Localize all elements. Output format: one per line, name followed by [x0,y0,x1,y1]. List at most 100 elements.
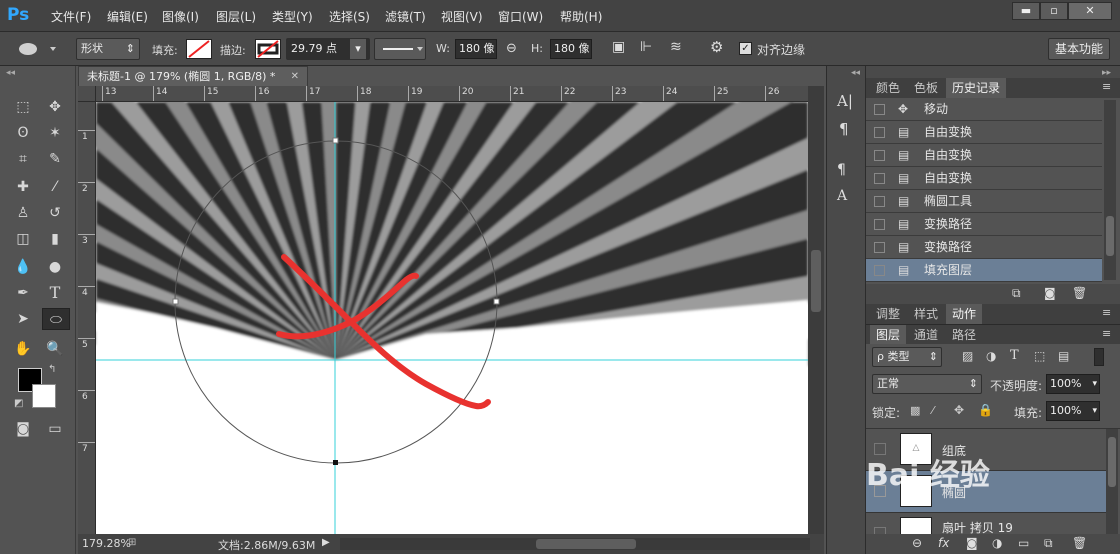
blur-tool-icon[interactable]: 💧 [12,256,34,278]
ellipse-tool-icon[interactable]: ⬭ [42,308,70,330]
healing-brush-icon[interactable]: ✚ [12,176,34,198]
history-scrollbar[interactable] [1104,100,1116,280]
document-tab[interactable]: 未标题-1 @ 179% (椭圆 1, RGB/8) * ✕ [78,66,308,86]
history-brush-source-toggle[interactable] [874,150,885,161]
adjustment-layer-icon[interactable]: ◑ [992,536,1002,550]
tab-history[interactable]: 历史记录 [946,78,1007,98]
fill-swatch[interactable] [186,39,212,59]
menu-view[interactable]: 视图(V) [441,8,483,25]
hand-tool-icon[interactable]: ✋ [12,338,34,360]
history-brush-source-toggle[interactable] [874,173,885,184]
pen-tool-icon[interactable]: ✒ [12,282,34,304]
snapshot-camera-icon[interactable]: ◙ [1044,286,1056,300]
zoom-level[interactable]: 179.28% [82,537,131,550]
history-item[interactable]: ▤ 变换路径 [866,213,1102,236]
path-operations-icon[interactable]: ▣ [612,39,625,55]
close-button[interactable]: ✕ [1068,2,1112,20]
panel-menu-icon[interactable]: ≡ [1102,327,1111,340]
new-document-icon[interactable]: ⧉ [1012,286,1021,301]
paragraph-styles-icon[interactable]: ¶ [837,162,846,178]
lock-pixels-icon[interactable]: ⁄ [932,404,934,417]
gear-icon[interactable]: ⚙ [710,38,723,56]
paragraph-panel-icon[interactable]: ¶ [839,120,849,138]
opacity-field[interactable]: 100% ▾ [1046,374,1100,394]
swap-colors-icon[interactable]: ↰ [48,364,56,375]
minimize-button[interactable]: ▬ [1012,2,1040,20]
trash-icon[interactable]: 🗑 [1072,536,1087,550]
mode-select[interactable]: 形状 ⇕ [76,38,140,60]
pixel-filter-icon[interactable]: ▨ [962,349,973,363]
maximize-button[interactable]: ▫ [1040,2,1068,20]
layer-mask-icon[interactable]: ◙ [966,536,978,550]
clone-stamp-icon[interactable]: ♙ [12,202,34,224]
menu-select[interactable]: 选择(S) [329,8,370,25]
screen-mode-icon[interactable]: ▭ [44,418,66,440]
default-colors-icon[interactable]: ◩ [14,398,23,409]
lock-all-icon[interactable]: 🔒 [978,403,993,417]
collapse-arrows-icon[interactable]: ◂◂ [6,68,15,78]
gradient-tool-icon[interactable]: ▮ [44,228,66,250]
align-edges-checkbox[interactable]: ✓ [739,42,752,55]
zoom-tool-icon[interactable]: 🔍 [44,338,66,360]
anchor-point[interactable] [493,298,500,305]
history-item[interactable]: ✥ 移动 [866,98,1102,121]
history-item[interactable]: ▤ 椭圆工具 [866,190,1102,213]
horizontal-scrollbar[interactable] [340,538,810,550]
path-selection-icon[interactable]: ➤ [12,308,34,330]
stroke-swatch[interactable] [255,39,281,59]
tab-color[interactable]: 颜色 [870,78,906,98]
layers-scrollbar[interactable] [1106,429,1118,534]
tab-channels[interactable]: 通道 [908,325,944,345]
quick-mask-icon[interactable]: ◙ [12,418,34,440]
history-brush-source-toggle[interactable] [874,104,885,115]
collapse-arrows-icon[interactable]: ◂◂ [851,68,860,78]
scroll-thumb[interactable] [811,250,821,312]
history-brush-source-toggle[interactable] [874,219,885,230]
type-filter-icon[interactable]: T [1010,348,1019,363]
history-item[interactable]: ▤ 填充图层 [866,259,1102,282]
menu-help[interactable]: 帮助(H) [560,8,602,25]
scroll-thumb[interactable] [1106,216,1114,256]
anchor-point[interactable] [332,137,339,144]
tab-actions[interactable]: 动作 [946,304,983,324]
visibility-toggle[interactable] [874,527,886,534]
move-tool-icon[interactable]: ✥ [44,96,66,118]
tab-styles[interactable]: 样式 [908,304,944,324]
history-item[interactable]: ▤ 自由变换 [866,144,1102,167]
fill-field[interactable]: 100% ▾ [1046,401,1100,421]
blend-mode-select[interactable]: 正常 ⇕ [872,374,982,394]
stroke-width-field[interactable]: 29.79 点 ▾ [286,38,370,60]
panel-menu-icon[interactable]: ≡ [1102,306,1111,319]
eraser-tool-icon[interactable]: ◫ [12,228,34,250]
menu-window[interactable]: 窗口(W) [498,8,543,25]
height-field[interactable]: 180 像 [550,39,592,59]
dodge-tool-icon[interactable]: ● [44,256,66,278]
menu-type[interactable]: 类型(Y) [272,8,313,25]
crop-tool-icon[interactable]: ⌗ [12,148,34,170]
path-alignment-icon[interactable]: ⊩ [640,39,652,55]
filter-toggle[interactable] [1094,348,1104,366]
character-styles-icon[interactable]: A [837,188,847,204]
link-layers-icon[interactable]: ⊖ [912,536,922,550]
eyedropper-icon[interactable]: ✎ [44,148,66,170]
tab-swatches[interactable]: 色板 [908,78,944,98]
character-panel-icon[interactable]: A| [837,92,853,110]
history-brush-source-toggle[interactable] [874,265,885,276]
tab-adjustments[interactable]: 调整 [870,304,906,324]
smart-object-filter-icon[interactable]: ▤ [1058,349,1069,363]
tab-paths[interactable]: 路径 [946,325,982,345]
history-item[interactable]: ▤ 自由变换 [866,121,1102,144]
history-item[interactable]: ▤ 自由变换 [866,167,1102,190]
lock-transparent-icon[interactable]: ▩ [910,404,920,417]
menu-edit[interactable]: 编辑(E) [107,8,148,25]
panel-menu-icon[interactable]: ≡ [1102,80,1111,93]
history-brush-source-toggle[interactable] [874,196,885,207]
ruler-origin[interactable] [78,86,96,102]
stroke-type-select[interactable] [374,38,426,60]
vertical-scrollbar[interactable] [808,86,824,534]
menu-layer[interactable]: 图层(L) [216,8,256,25]
magic-wand-icon[interactable]: ✶ [44,122,66,144]
anchor-point[interactable] [172,298,179,305]
scroll-thumb[interactable] [536,539,636,549]
document-info[interactable]: 文档:2.86M/9.63M [218,537,315,553]
